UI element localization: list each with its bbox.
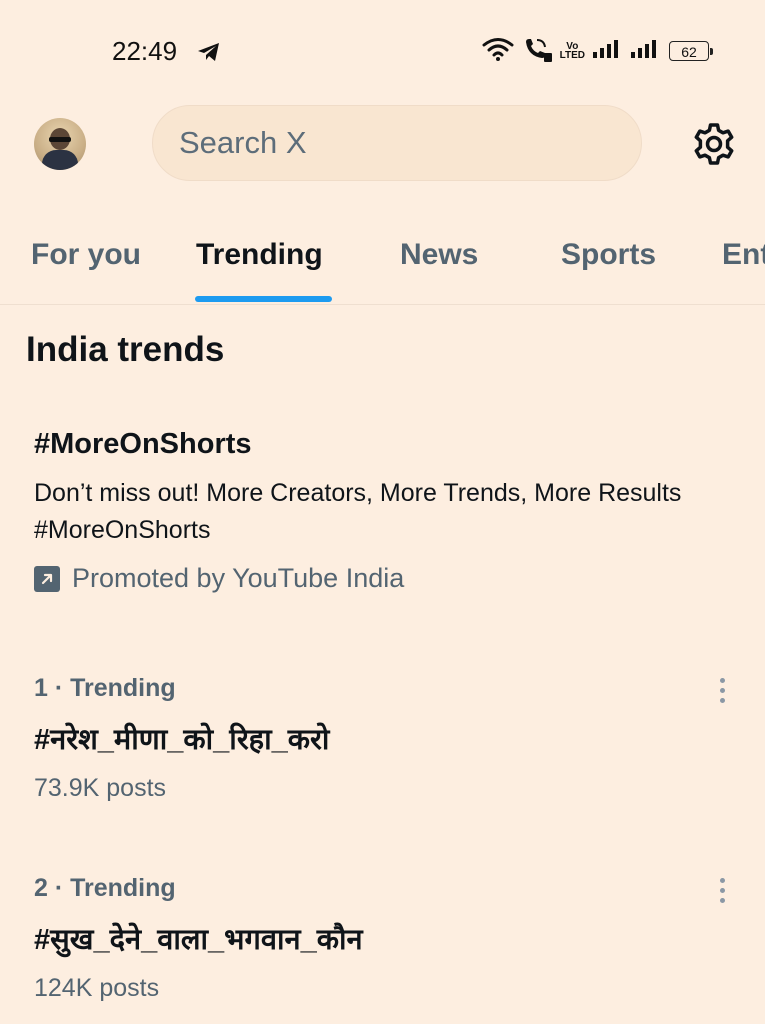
trend-rank: 1 · Trending (34, 674, 176, 702)
signal-icon (593, 38, 623, 65)
trend-hashtag: #नरेश_मीणा_को_रिहा_करो (34, 724, 330, 756)
status-icons: Vo LTED 62 (482, 36, 713, 67)
status-bar: 22:49 Vo LTED 62 (0, 0, 765, 100)
section-title: India trends (26, 330, 225, 369)
trend-hashtag: #सुख_देने_वाला_भगवान_कौन (34, 924, 363, 956)
promoted-description: Don’t miss out! More Creators, More Tren… (34, 479, 682, 544)
battery-icon: 62 (669, 41, 713, 61)
more-options-icon[interactable] (718, 878, 726, 903)
trend-item[interactable]: 1 · Trending #नरेश_मीणा_को_रिहा_करो 73.9… (34, 674, 734, 803)
telegram-icon (196, 40, 222, 69)
promoted-arrow-icon (34, 565, 60, 592)
more-options-icon[interactable] (718, 678, 726, 703)
volte-bottom-label: LTED (559, 50, 585, 61)
gear-icon[interactable] (690, 120, 738, 173)
avatar[interactable] (34, 118, 86, 170)
trend-item[interactable]: 2 · Trending #सुख_देने_वाला_भगवान_कौन 12… (34, 874, 734, 1003)
trend-post-count: 124K posts (34, 974, 160, 1002)
wifi-icon (482, 36, 514, 67)
trend-post-count: 73.9K posts (34, 774, 167, 802)
search-input[interactable]: Search X (152, 105, 642, 181)
promoted-by-label: Promoted by YouTube India (72, 563, 405, 593)
tab-for-you[interactable]: For you (31, 238, 141, 272)
promoted-hashtag: #MoreOnShorts (34, 428, 252, 460)
tab-sports[interactable]: Sports (561, 238, 656, 272)
status-time: 22:49 (112, 36, 178, 66)
promoted-trend[interactable]: #MoreOnShorts Don’t miss out! More Creat… (34, 428, 734, 594)
tab-trending[interactable]: Trending (196, 238, 323, 272)
volte-icon: Vo LTED (559, 42, 585, 61)
trend-rank: 2 · Trending (34, 874, 176, 902)
active-tab-indicator (195, 296, 332, 302)
tab-bar: For you Trending News Sports Ent (0, 222, 765, 305)
search-placeholder: Search X (179, 125, 307, 160)
promoted-by-row: Promoted by YouTube India (34, 563, 734, 594)
signal-icon-2 (631, 38, 661, 65)
wifi-call-icon (522, 36, 552, 67)
top-bar: Search X (0, 100, 765, 190)
tab-entertainment[interactable]: Ent (722, 238, 765, 272)
tab-news[interactable]: News (400, 238, 478, 272)
